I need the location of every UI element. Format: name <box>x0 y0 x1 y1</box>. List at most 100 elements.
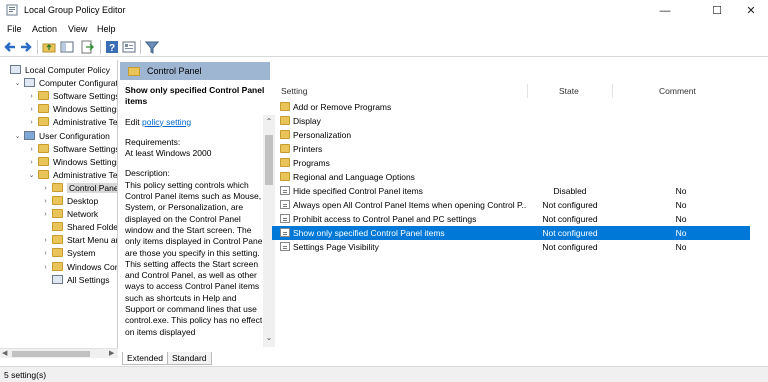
filter-icon[interactable] <box>145 40 159 54</box>
maximize-button[interactable]: ☐ <box>700 0 734 21</box>
tree-item[interactable]: ⌄ Administrative Te <box>29 169 117 182</box>
column-divider[interactable] <box>527 84 528 98</box>
folder-icon <box>280 116 290 125</box>
expand-icon[interactable]: › <box>27 116 36 129</box>
folder-row[interactable]: Printers <box>272 142 750 156</box>
help-icon[interactable]: ? <box>105 40 119 54</box>
scroll-left-icon[interactable]: ◀ <box>2 349 7 357</box>
setting-name: Printers <box>293 144 323 154</box>
expand-icon[interactable]: › <box>27 90 36 103</box>
tree-item-label: Software Settings <box>53 143 118 154</box>
expand-icon[interactable]: › <box>27 156 36 169</box>
tree-item[interactable]: › Windows Con <box>44 261 117 274</box>
policy-setting-icon <box>280 242 290 251</box>
tree-item-label: Control Panel <box>67 182 117 193</box>
column-header-comment[interactable]: Comment <box>659 82 696 100</box>
setting-comment: No <box>675 242 687 252</box>
setting-name: Personalization <box>293 130 352 140</box>
expand-icon[interactable]: › <box>41 208 50 221</box>
column-divider[interactable] <box>612 84 613 98</box>
expand-icon[interactable]: › <box>41 261 50 274</box>
expand-icon[interactable]: › <box>41 247 50 260</box>
edit-line: Edit policy setting <box>125 117 265 128</box>
folder-row[interactable]: Regional and Language Options <box>272 170 750 184</box>
tree-item[interactable]: › Network <box>44 208 98 221</box>
tree-horizontal-scrollbar[interactable]: ◀ ▶ <box>0 348 118 358</box>
tree-item-label: System <box>67 248 96 259</box>
setting-row[interactable]: Show only specified Control Panel items N… <box>272 226 750 240</box>
menu-action[interactable]: Action <box>32 24 57 34</box>
expand-icon[interactable]: › <box>27 143 36 156</box>
tree-item-label: All Settings <box>67 274 110 285</box>
window-title: Local Group Policy Editor <box>24 5 126 15</box>
policy-setting-icon <box>280 186 290 195</box>
show-hide-tree-icon[interactable] <box>60 40 74 54</box>
close-icon: ✕ <box>746 5 756 17</box>
tree-item[interactable]: › Start Menu ar <box>44 234 117 247</box>
setting-comment: No <box>675 214 687 224</box>
tree-item[interactable]: › Control Panel <box>44 182 117 195</box>
extended-view-header: Control Panel <box>120 62 270 80</box>
up-folder-icon[interactable] <box>42 40 56 54</box>
view-tabs: Extended Standard <box>120 352 270 366</box>
folder-icon <box>280 158 290 167</box>
setting-comment: No <box>675 200 687 210</box>
tree-item[interactable]: › Administrative Te <box>30 116 117 129</box>
setting-name: Add or Remove Programs <box>293 102 392 112</box>
tree-item[interactable]: › System <box>44 247 96 260</box>
tree-item[interactable]: Shared Folder <box>52 221 117 234</box>
tree-item[interactable]: All Settings <box>52 274 110 287</box>
collapse-icon[interactable]: ⌄ <box>27 169 36 182</box>
tree-item[interactable]: › Windows Settings <box>30 103 117 116</box>
column-header-setting[interactable]: Setting <box>281 82 307 100</box>
tab-extended[interactable]: Extended <box>122 352 168 365</box>
tree-item[interactable]: ⌄ Computer Configurati <box>15 77 117 90</box>
tree-item[interactable]: › Windows Settings <box>30 156 117 169</box>
menu-help[interactable]: Help <box>97 24 116 34</box>
tree-scroll-thumb[interactable] <box>12 351 90 357</box>
folder-icon <box>280 144 290 153</box>
scroll-right-icon[interactable]: ▶ <box>109 349 114 357</box>
computer-icon <box>24 78 35 88</box>
close-button[interactable]: ✕ <box>734 0 768 21</box>
collapse-icon[interactable]: ⌄ <box>13 130 22 143</box>
status-bar: 5 setting(s) <box>0 366 768 382</box>
forward-arrow-icon[interactable] <box>19 40 33 54</box>
description-label: Description: <box>125 168 170 179</box>
group-policy-app-icon <box>6 4 18 16</box>
tree-item[interactable]: › Software Settings <box>30 90 117 103</box>
setting-row[interactable]: Always open All Control Panel Items when… <box>272 198 750 212</box>
properties-icon[interactable] <box>122 40 136 54</box>
tree-item[interactable]: ⌄ User Configuration <box>15 130 110 143</box>
setting-comment: No <box>675 228 687 238</box>
folder-row[interactable]: Programs <box>272 156 750 170</box>
setting-name: Regional and Language Options <box>293 172 415 182</box>
setting-row[interactable]: Prohibit access to Control Panel and PC … <box>272 212 750 226</box>
folder-icon <box>52 209 63 219</box>
setting-row[interactable]: Settings Page Visibility Not configured No <box>272 240 750 254</box>
edit-policy-link[interactable]: policy setting <box>142 117 191 127</box>
folder-row[interactable]: Add or Remove Programs <box>272 100 750 114</box>
setting-row[interactable]: Hide specified Control Panel items Disabl… <box>272 184 750 198</box>
export-list-icon[interactable] <box>80 40 94 54</box>
folder-row[interactable]: Display <box>272 114 750 128</box>
column-header-state[interactable]: State <box>559 82 579 100</box>
description-text: This policy setting controls which Contr… <box>125 179 265 337</box>
expand-icon[interactable]: › <box>41 234 50 247</box>
expand-icon[interactable]: › <box>41 182 50 195</box>
minimize-button[interactable]: — <box>648 0 682 21</box>
expand-icon[interactable]: › <box>27 103 36 116</box>
back-arrow-icon[interactable] <box>3 40 17 54</box>
tree-item[interactable]: Local Computer Policy <box>10 64 110 77</box>
tree-item[interactable]: › Desktop <box>44 195 98 208</box>
tree-item[interactable]: › Software Settings <box>30 143 118 156</box>
expand-icon[interactable]: › <box>41 195 50 208</box>
collapse-icon[interactable]: ⌄ <box>13 77 22 90</box>
tab-standard[interactable]: Standard <box>167 352 212 365</box>
folder-row[interactable]: Personalization <box>272 128 750 142</box>
setting-name: Prohibit access to Control Panel and PC … <box>293 214 477 224</box>
setting-name: Programs <box>293 158 330 168</box>
menu-file[interactable]: File <box>7 24 22 34</box>
menu-view[interactable]: View <box>68 24 87 34</box>
setting-state: Not configured <box>542 228 598 238</box>
